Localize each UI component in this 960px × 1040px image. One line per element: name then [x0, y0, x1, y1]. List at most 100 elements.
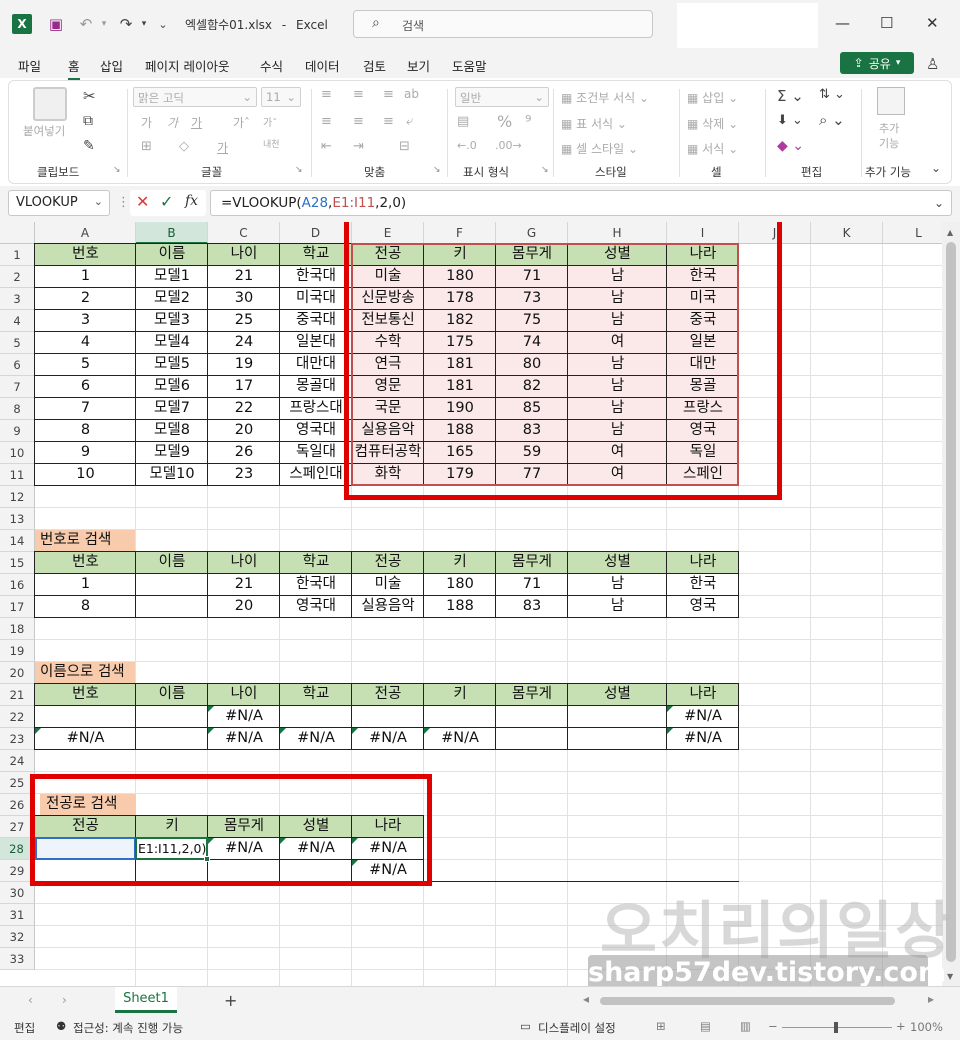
row-header-4[interactable]: 4 [0, 310, 35, 332]
undo-icon[interactable]: ↶ [76, 14, 96, 34]
customize-toolbar-icon[interactable]: ⌄ [156, 14, 170, 34]
row-header-31[interactable]: 31 [0, 904, 35, 926]
column-header-c[interactable]: C [208, 222, 280, 244]
zoom-out-icon[interactable]: − [768, 1019, 778, 1033]
align-left-icon[interactable]: ≡ [321, 114, 332, 129]
row-header-13[interactable]: 13 [0, 508, 35, 530]
vertical-scrollbar[interactable]: ▲ ▼ [942, 222, 960, 986]
row-header-33[interactable]: 33 [0, 948, 35, 970]
row-header-11[interactable]: 11 [0, 464, 35, 486]
column-header-b[interactable]: B [136, 222, 208, 244]
phonetic-icon[interactable]: 내천 [263, 137, 280, 150]
row-header-15[interactable]: 15 [0, 552, 35, 574]
add-sheet-icon[interactable]: + [224, 991, 237, 1010]
cancel-icon[interactable]: ✕ [136, 192, 149, 211]
display-settings[interactable]: 디스플레이 설정 [538, 1020, 616, 1036]
accessibility-status[interactable]: 접근성: 계속 진행 가능 [73, 1020, 183, 1036]
undo-dropdown-icon[interactable]: ▾ [98, 14, 110, 34]
bold-icon[interactable]: 가 [141, 114, 152, 131]
font-color-icon[interactable]: 가 [217, 139, 228, 156]
error-indicator-icon[interactable] [35, 728, 41, 734]
minimize-icon[interactable]: — [835, 14, 850, 32]
error-indicator-icon[interactable] [208, 728, 214, 734]
clear-icon[interactable]: ◆ ⌄ [777, 138, 804, 154]
row-header-32[interactable]: 32 [0, 926, 35, 948]
merge-center-icon[interactable]: ⊟ [399, 139, 410, 154]
scroll-up-icon[interactable]: ▲ [947, 228, 953, 237]
normal-view-icon[interactable]: ⊞ [656, 1019, 666, 1033]
tab-review[interactable]: 검토 [363, 56, 386, 75]
row-header-20[interactable]: 20 [0, 662, 35, 684]
column-header-l[interactable]: L [883, 222, 942, 244]
addins-icon[interactable] [877, 87, 905, 115]
row-header-24[interactable]: 24 [0, 750, 35, 772]
row-header-12[interactable]: 12 [0, 486, 35, 508]
error-indicator-icon[interactable] [352, 728, 358, 734]
format-painter-icon[interactable]: ✎ [83, 138, 95, 154]
decrease-indent-icon[interactable]: ⇤ [321, 139, 332, 154]
feedback-icon[interactable]: ♙ [926, 55, 939, 73]
row-header-18[interactable]: 18 [0, 618, 35, 640]
align-right-icon[interactable]: ≡ [383, 114, 394, 129]
tab-page-layout[interactable]: 페이지 레이아웃 [145, 56, 229, 75]
find-select-icon[interactable]: ⌕ ⌄ [819, 111, 845, 129]
decrease-decimal-icon[interactable]: .00→ [495, 139, 522, 152]
tab-insert[interactable]: 삽입 [100, 56, 123, 75]
page-layout-view-icon[interactable]: ▤ [700, 1019, 711, 1033]
row-header-1[interactable]: 1 [0, 244, 35, 266]
zoom-in-icon[interactable]: + [896, 1019, 906, 1033]
format-as-table-button[interactable]: ▦ 표 서식 ⌄ [561, 115, 627, 132]
dialog-launcher-icon[interactable]: ↘ [541, 165, 549, 175]
orientation-icon[interactable]: ab [404, 87, 419, 101]
increase-indent-icon[interactable]: ⇥ [353, 139, 364, 154]
percent-icon[interactable]: % [497, 112, 512, 131]
row-header-7[interactable]: 7 [0, 376, 35, 398]
worksheet-grid[interactable]: A B C D E F G H I J K L 1 2 3 4 5 6 7 8 9 10 11 12 13 14 15 16 17 18 1… [0, 222, 942, 986]
sort-filter-icon[interactable]: ⇅ ⌄ [819, 87, 845, 102]
currency-icon[interactable]: ▤ [457, 114, 469, 129]
fill-color-icon[interactable]: ◇ [179, 139, 189, 154]
row-header-22[interactable]: 22 [0, 706, 35, 728]
redo-dropdown-icon[interactable]: ▾ [138, 14, 150, 34]
border-icon[interactable]: ⊞ [141, 139, 152, 154]
tab-data[interactable]: 데이터 [305, 56, 340, 75]
number-format-dropdown[interactable]: 일반 ⌄ [455, 87, 549, 107]
horizontal-scrollbar[interactable] [600, 997, 895, 1005]
comma-icon[interactable]: ⁹ [525, 112, 531, 131]
close-icon[interactable]: ✕ [926, 14, 939, 32]
row-header-21[interactable]: 21 [0, 684, 35, 706]
row-header-2[interactable]: 2 [0, 266, 35, 288]
prev-sheet-icon[interactable]: ‹ [28, 993, 33, 1007]
wrap-text-icon[interactable]: ⤶ [406, 114, 413, 129]
hscroll-left-icon[interactable]: ◂ [583, 992, 589, 1006]
cut-icon[interactable]: ✂ [83, 87, 96, 105]
page-break-view-icon[interactable]: ▥ [740, 1019, 751, 1033]
row-header-8[interactable]: 8 [0, 398, 35, 420]
scrollbar-thumb[interactable] [946, 242, 956, 962]
error-indicator-icon[interactable] [667, 728, 673, 734]
expand-formula-icon[interactable]: ⌄ [934, 196, 944, 210]
error-indicator-icon[interactable] [208, 706, 214, 712]
error-indicator-icon[interactable] [424, 728, 430, 734]
tab-view[interactable]: 보기 [407, 56, 430, 75]
column-header-a[interactable]: A [35, 222, 136, 244]
row-header-6[interactable]: 6 [0, 354, 35, 376]
italic-icon[interactable]: 가 [167, 114, 178, 131]
name-box[interactable]: VLOOKUP ⌄ [8, 190, 110, 216]
row-header-23[interactable]: 23 [0, 728, 35, 750]
format-cells-button[interactable]: ▦ 서식 ⌄ [687, 140, 738, 157]
decrease-font-icon[interactable]: 가ˇ [263, 114, 277, 129]
redo-icon[interactable]: ↷ [116, 14, 136, 34]
insert-cells-button[interactable]: ▦ 삽입 ⌄ [687, 89, 738, 106]
autosum-icon[interactable]: Σ ⌄ [777, 87, 804, 105]
zoom-level[interactable]: 100% [910, 1020, 943, 1034]
maximize-icon[interactable]: ☐ [880, 14, 893, 32]
align-center-icon[interactable]: ≡ [353, 114, 364, 129]
insert-function-icon[interactable]: fx [185, 193, 198, 209]
copy-icon[interactable]: ⧉ [83, 113, 93, 129]
zoom-slider-thumb[interactable] [834, 1022, 838, 1033]
row-header-19[interactable]: 19 [0, 640, 35, 662]
increase-decimal-icon[interactable]: ←.0 [457, 139, 477, 152]
font-size-dropdown[interactable]: 11 ⌄ [261, 87, 301, 107]
tab-help[interactable]: 도움말 [452, 56, 487, 75]
